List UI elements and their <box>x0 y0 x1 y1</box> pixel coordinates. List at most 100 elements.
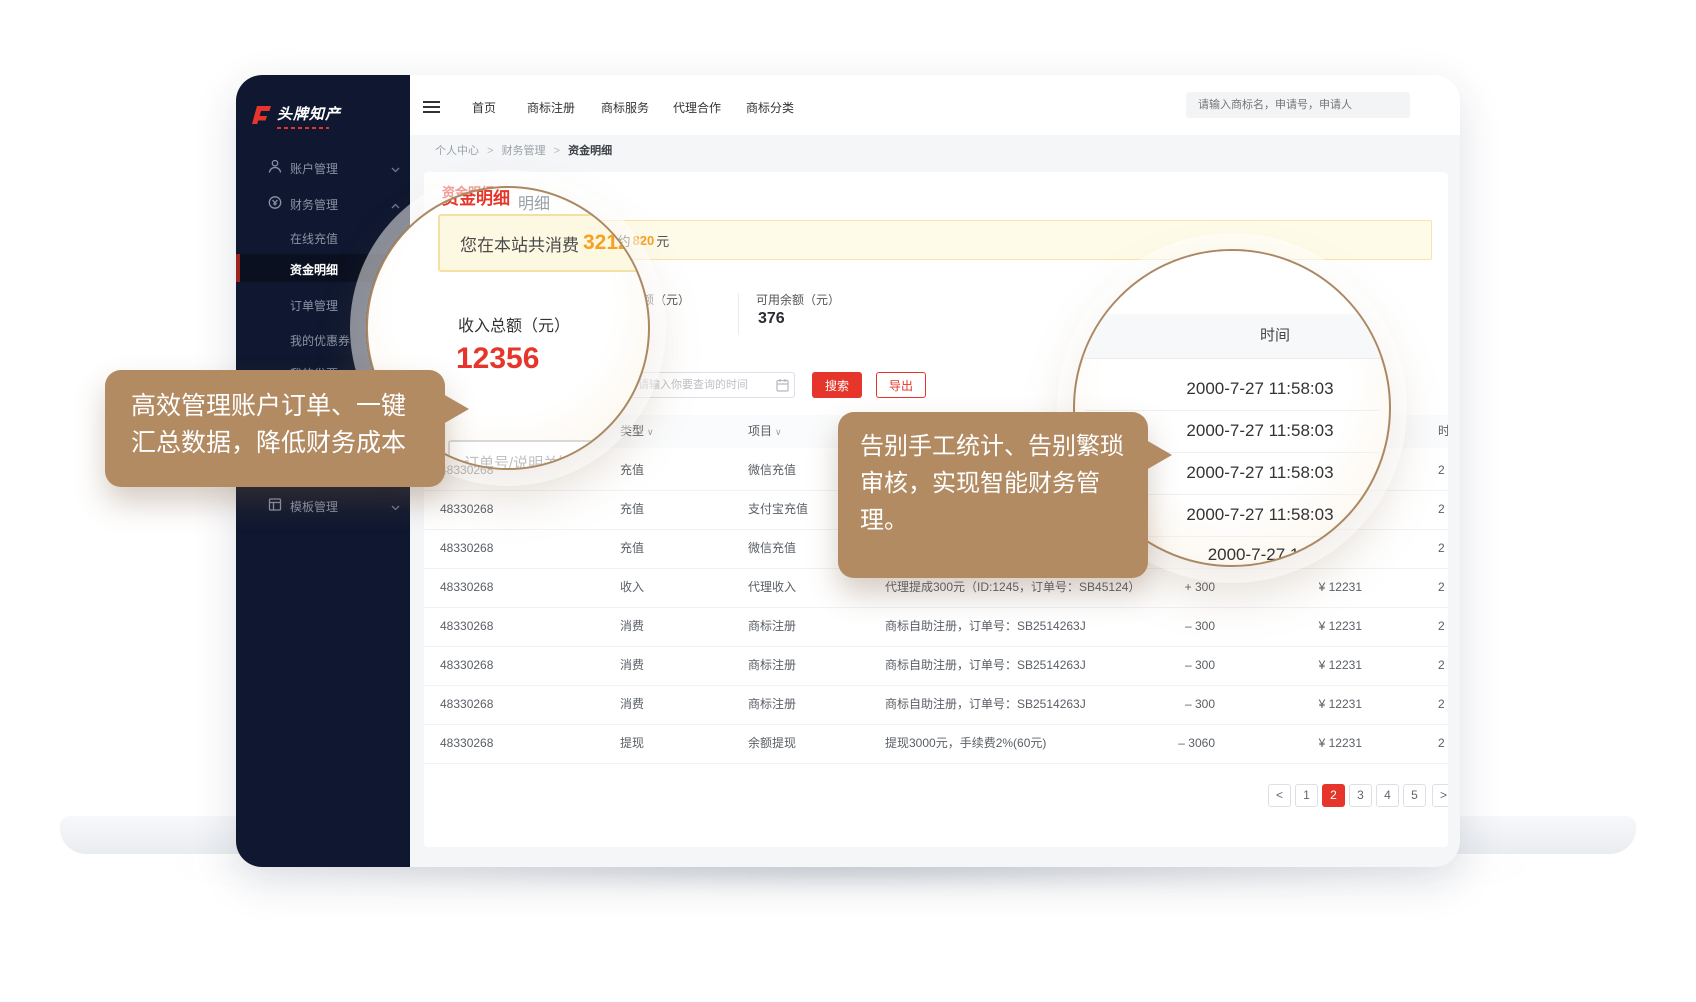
cell-balance: ¥ 12231 <box>1282 724 1362 763</box>
cell-project: 余额提现 <box>748 724 796 763</box>
cell-order: 48330268 <box>440 529 493 568</box>
cell-order: 48330268 <box>440 685 493 724</box>
cell-type: 充值 <box>620 529 644 568</box>
breadcrumb-home[interactable]: 个人中心 <box>435 145 479 157</box>
magnified-notice-text: 您在本站共消费 <box>460 231 579 256</box>
nav-register[interactable]: 商标注册 <box>527 99 575 116</box>
search-button[interactable]: 搜索 <box>812 372 862 398</box>
cell-project: 商标注册 <box>748 685 796 724</box>
magnified-notice: 您在本站共消费 32124 大 <box>438 214 650 272</box>
cell-order: 48330268 <box>440 568 493 607</box>
magnified-income-label: 收入总额（元） <box>458 312 570 336</box>
sidebar-item-label: 在线充值 <box>290 230 338 247</box>
cell-time: 2 <box>1438 646 1445 685</box>
sidebar-item-label: 模板管理 <box>290 498 338 515</box>
cell-project: 微信充值 <box>748 451 796 490</box>
table-row[interactable]: 48330268 消费 商标注册 商标自助注册，订单号：SB2514263J –… <box>424 607 1448 647</box>
pagination-page-4[interactable]: 4 <box>1376 784 1399 807</box>
cell-time: 2 <box>1438 607 1445 646</box>
sidebar-item-label: 我的优惠券 <box>290 332 350 349</box>
pagination-page-1[interactable]: 1 <box>1295 784 1318 807</box>
cell-time: 2 <box>1438 451 1445 490</box>
table-row[interactable]: 48330268 提现 余额提现 提现3000元，手续费2%(60元) – 30… <box>424 724 1448 764</box>
cell-order: 48330268 <box>440 490 493 529</box>
callout-right: 告别手工统计、告别繁琐 审核，实现智能财务管 理。 <box>838 412 1148 578</box>
breadcrumb-separator: > <box>554 145 560 157</box>
callout-left: 高效管理账户订单、一键 汇总数据，降低财务成本 <box>105 370 445 487</box>
cell-amount: – 300 <box>1135 685 1215 724</box>
sidebar-item-label: 财务管理 <box>290 196 338 213</box>
callout-right-line1: 告别手工统计、告别繁琐 <box>860 428 1126 465</box>
chevron-down-icon: ∨ <box>647 427 654 437</box>
sidebar-item-finance[interactable]: 财务管理 <box>236 189 410 217</box>
chevron-down-icon <box>391 162 400 176</box>
table-row[interactable]: 48330268 消费 商标注册 商标自助注册，订单号：SB2514263J –… <box>424 685 1448 725</box>
breadcrumb-separator: > <box>487 145 493 157</box>
cell-type: 提现 <box>620 724 644 763</box>
nav-agency[interactable]: 代理合作 <box>673 99 721 116</box>
magnified-time-cell: 2000-7-27 11:58:03 <box>1135 494 1385 536</box>
cell-project: 支付宝充值 <box>748 490 808 529</box>
cell-order: 48330268 <box>440 607 493 646</box>
chevron-down-icon: ∨ <box>775 427 782 437</box>
cell-desc: 商标自助注册，订单号：SB2514263J <box>885 685 1086 724</box>
breadcrumb-current: 资金明细 <box>568 145 612 157</box>
cell-type: 收入 <box>620 568 644 607</box>
magnified-time-cell-partial: 2000-7-27 11: <box>1135 534 1385 567</box>
cell-desc: 商标自助注册，订单号：SB2514263J <box>885 607 1086 646</box>
cell-balance: ¥ 12231 <box>1282 685 1362 724</box>
brand-logo-text: 头牌知产 <box>277 105 341 125</box>
cell-balance: ¥ 12231 <box>1282 646 1362 685</box>
cell-balance: ¥ 12231 <box>1282 607 1362 646</box>
pagination-next[interactable]: > <box>1432 784 1448 807</box>
cell-desc: 提现3000元，手续费2%(60元) <box>885 724 1046 763</box>
cell-type: 充值 <box>620 490 644 529</box>
sidebar-item-recharge[interactable]: 在线充值 <box>236 223 410 251</box>
magnified-income-value: 12356 <box>456 342 539 376</box>
breadcrumb-section[interactable]: 财务管理 <box>502 145 546 157</box>
cell-type: 消费 <box>620 607 644 646</box>
calendar-icon[interactable] <box>776 378 789 397</box>
callout-left-line1: 高效管理账户订单、一键 <box>131 388 419 425</box>
cell-type: 消费 <box>620 685 644 724</box>
sidebar-item-templates[interactable]: 模板管理 <box>236 491 410 519</box>
notice-text: 元 <box>656 231 669 250</box>
cell-order: 48330268 <box>440 724 493 763</box>
chevron-up-icon <box>391 198 400 212</box>
magnified-tab: 资金明细 <box>442 186 510 209</box>
magnified-table-bg <box>1075 251 1389 314</box>
user-icon <box>268 159 282 177</box>
magnified-time-cell: 2000-7-27 11:58:03 <box>1135 410 1385 452</box>
cell-time: 2 <box>1438 490 1445 529</box>
col-time-header: 时间 <box>1438 415 1448 448</box>
cell-project: 代理收入 <box>748 568 796 607</box>
cell-type: 消费 <box>620 646 644 685</box>
nav-services[interactable]: 商标服务 <box>601 99 649 116</box>
search-input[interactable] <box>1186 92 1410 118</box>
page-canvas: 头牌知产 账户管理 财务管理 <box>0 0 1696 1002</box>
brand-logo[interactable]: 头牌知产 <box>250 105 341 130</box>
menu-icon[interactable] <box>423 101 440 113</box>
pagination-page-5[interactable]: 5 <box>1403 784 1426 807</box>
pagination-page-2[interactable]: 2 <box>1322 784 1345 807</box>
sidebar-item-account[interactable]: 账户管理 <box>236 153 410 181</box>
brand-logo-tagline <box>277 127 329 129</box>
sidebar-item-label: 资金明细 <box>290 261 338 278</box>
cell-order: 48330268 <box>440 646 493 685</box>
nav-categories[interactable]: 商标分类 <box>746 99 794 116</box>
cell-balance: ¥ 12231 <box>1282 568 1362 607</box>
col-project-header[interactable]: 项目∨ <box>748 415 782 449</box>
pagination-prev[interactable]: < <box>1268 784 1291 807</box>
pagination-page-3[interactable]: 3 <box>1349 784 1372 807</box>
balance-value: 376 <box>758 310 785 328</box>
stat-divider <box>738 293 739 335</box>
table-row[interactable]: 48330268 消费 商标注册 商标自助注册，订单号：SB2514263J –… <box>424 646 1448 686</box>
sidebar-item-label: 订单管理 <box>290 297 338 314</box>
cell-time: 2 <box>1438 724 1445 763</box>
date-input[interactable] <box>627 372 795 398</box>
balance-label: 可用余额（元） <box>756 291 840 308</box>
top-header: 首页 商标注册 商标服务 代理合作 商标分类 <box>410 75 1460 135</box>
cell-project: 商标注册 <box>748 646 796 685</box>
nav-home[interactable]: 首页 <box>472 99 496 116</box>
export-button[interactable]: 导出 <box>876 372 926 398</box>
